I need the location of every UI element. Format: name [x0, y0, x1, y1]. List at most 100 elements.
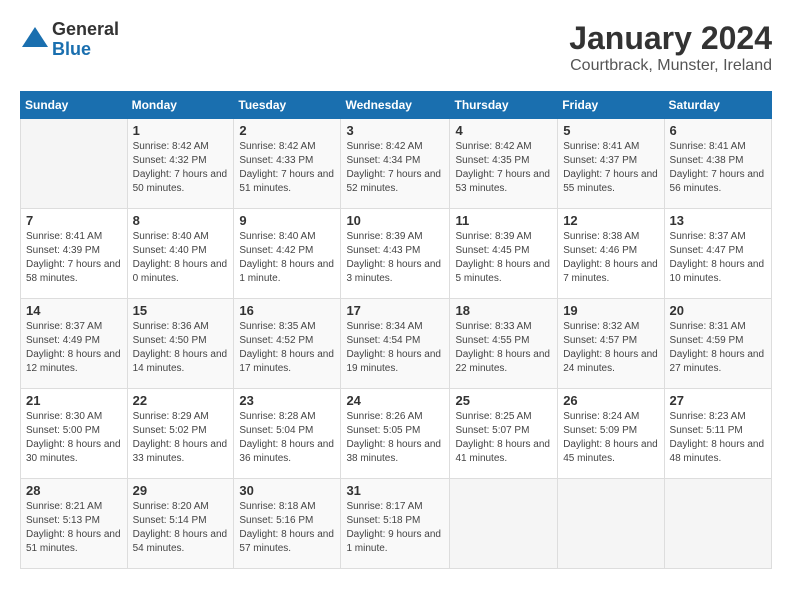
- calendar-cell: [558, 479, 664, 569]
- day-info: Sunrise: 8:25 AMSunset: 5:07 PMDaylight:…: [455, 410, 552, 466]
- day-info: Sunrise: 8:38 AMSunset: 4:46 PMDaylight:…: [563, 230, 658, 286]
- day-info: Sunrise: 8:42 AMSunset: 4:35 PMDaylight:…: [455, 140, 552, 196]
- calendar-cell: [450, 479, 558, 569]
- calendar-cell: 6Sunrise: 8:41 AMSunset: 4:38 PMDaylight…: [664, 119, 771, 209]
- calendar-body: 1 Sunrise: 8:42 AMSunset: 4:32 PMDaylight…: [21, 119, 772, 569]
- day-info: Sunrise: 8:31 AMSunset: 4:59 PMDaylight:…: [670, 320, 766, 376]
- logo-general: General: [52, 20, 119, 40]
- calendar-cell: 15Sunrise: 8:36 AMSunset: 4:50 PMDayligh…: [127, 299, 234, 389]
- day-info: Sunrise: 8:40 AMSunset: 4:40 PMDaylight:…: [133, 230, 229, 286]
- day-number: 22: [133, 393, 229, 408]
- day-info: Sunrise: 8:42 AMSunset: 4:32 PMDaylight:…: [133, 140, 229, 196]
- title-block: January 2024 Courtbrack, Munster, Irelan…: [569, 20, 772, 75]
- calendar-cell: 7Sunrise: 8:41 AMSunset: 4:39 PMDaylight…: [21, 209, 128, 299]
- day-number: 17: [346, 303, 444, 318]
- day-number: 21: [26, 393, 122, 408]
- day-number: 12: [563, 213, 658, 228]
- day-info: Sunrise: 8:41 AMSunset: 4:37 PMDaylight:…: [563, 140, 658, 196]
- calendar-cell: 5 Sunrise: 8:41 AMSunset: 4:37 PMDaylight…: [558, 119, 664, 209]
- day-number: 10: [346, 213, 444, 228]
- header-row: SundayMondayTuesdayWednesdayThursdayFrid…: [21, 92, 772, 119]
- calendar-cell: 13 Sunrise: 8:37 AMSunset: 4:47 PMDayligh…: [664, 209, 771, 299]
- day-number: 8: [133, 213, 229, 228]
- calendar-cell: 30Sunrise: 8:18 AMSunset: 5:16 PMDayligh…: [234, 479, 341, 569]
- calendar-cell: 27 Sunrise: 8:23 AMSunset: 5:11 PMDayligh…: [664, 389, 771, 479]
- day-number: 4: [455, 123, 552, 138]
- month-title: January 2024: [569, 20, 772, 57]
- day-number: 3: [346, 123, 444, 138]
- calendar-cell: 31Sunrise: 8:17 AMSunset: 5:18 PMDayligh…: [341, 479, 450, 569]
- day-number: 24: [346, 393, 444, 408]
- day-info: Sunrise: 8:39 AMSunset: 4:43 PMDaylight:…: [346, 230, 444, 286]
- calendar-cell: 11 Sunrise: 8:39 AMSunset: 4:45 PMDayligh…: [450, 209, 558, 299]
- day-number: 19: [563, 303, 658, 318]
- calendar-cell: 24 Sunrise: 8:26 AMSunset: 5:05 PMDayligh…: [341, 389, 450, 479]
- day-number: 26: [563, 393, 658, 408]
- day-info: Sunrise: 8:26 AMSunset: 5:05 PMDaylight:…: [346, 410, 444, 466]
- day-number: 16: [239, 303, 335, 318]
- day-info: Sunrise: 8:35 AMSunset: 4:52 PMDaylight:…: [239, 320, 335, 376]
- logo-blue: Blue: [52, 40, 119, 60]
- week-row-3: 14Sunrise: 8:37 AMSunset: 4:49 PMDayligh…: [21, 299, 772, 389]
- day-info: Sunrise: 8:42 AMSunset: 4:34 PMDaylight:…: [346, 140, 444, 196]
- calendar-cell: [21, 119, 128, 209]
- location: Courtbrack, Munster, Ireland: [569, 57, 772, 75]
- day-info: Sunrise: 8:42 AMSunset: 4:33 PMDaylight:…: [239, 140, 335, 196]
- day-number: 15: [133, 303, 229, 318]
- day-info: Sunrise: 8:37 AMSunset: 4:47 PMDaylight:…: [670, 230, 766, 286]
- day-info: Sunrise: 8:39 AMSunset: 4:45 PMDaylight:…: [455, 230, 552, 286]
- header-sunday: Sunday: [21, 92, 128, 119]
- day-number: 20: [670, 303, 766, 318]
- logo-icon: [20, 25, 50, 55]
- calendar-cell: 23 Sunrise: 8:28 AMSunset: 5:04 PMDayligh…: [234, 389, 341, 479]
- calendar-cell: 28 Sunrise: 8:21 AMSunset: 5:13 PMDayligh…: [21, 479, 128, 569]
- day-info: Sunrise: 8:40 AMSunset: 4:42 PMDaylight:…: [239, 230, 335, 286]
- header-friday: Friday: [558, 92, 664, 119]
- day-number: 1: [133, 123, 229, 138]
- calendar-cell: [664, 479, 771, 569]
- day-info: Sunrise: 8:21 AMSunset: 5:13 PMDaylight:…: [26, 500, 122, 556]
- calendar-cell: 8 Sunrise: 8:40 AMSunset: 4:40 PMDaylight…: [127, 209, 234, 299]
- header-tuesday: Tuesday: [234, 92, 341, 119]
- calendar: SundayMondayTuesdayWednesdayThursdayFrid…: [20, 91, 772, 569]
- day-info: Sunrise: 8:34 AMSunset: 4:54 PMDaylight:…: [346, 320, 444, 376]
- day-number: 28: [26, 483, 122, 498]
- day-info: Sunrise: 8:37 AMSunset: 4:49 PMDaylight:…: [26, 320, 122, 376]
- calendar-cell: 10 Sunrise: 8:39 AMSunset: 4:43 PMDayligh…: [341, 209, 450, 299]
- calendar-cell: 19 Sunrise: 8:32 AMSunset: 4:57 PMDayligh…: [558, 299, 664, 389]
- calendar-cell: 18Sunrise: 8:33 AMSunset: 4:55 PMDayligh…: [450, 299, 558, 389]
- calendar-cell: 29Sunrise: 8:20 AMSunset: 5:14 PMDayligh…: [127, 479, 234, 569]
- day-info: Sunrise: 8:17 AMSunset: 5:18 PMDaylight:…: [346, 500, 444, 556]
- calendar-cell: 21 Sunrise: 8:30 AMSunset: 5:00 PMDayligh…: [21, 389, 128, 479]
- day-info: Sunrise: 8:41 AMSunset: 4:38 PMDaylight:…: [670, 140, 766, 196]
- day-info: Sunrise: 8:32 AMSunset: 4:57 PMDaylight:…: [563, 320, 658, 376]
- day-info: Sunrise: 8:29 AMSunset: 5:02 PMDaylight:…: [133, 410, 229, 466]
- day-info: Sunrise: 8:28 AMSunset: 5:04 PMDaylight:…: [239, 410, 335, 466]
- day-number: 5: [563, 123, 658, 138]
- day-info: Sunrise: 8:23 AMSunset: 5:11 PMDaylight:…: [670, 410, 766, 466]
- calendar-cell: 9 Sunrise: 8:40 AMSunset: 4:42 PMDaylight…: [234, 209, 341, 299]
- logo: General Blue: [20, 20, 119, 60]
- header-thursday: Thursday: [450, 92, 558, 119]
- calendar-cell: 3 Sunrise: 8:42 AMSunset: 4:34 PMDaylight…: [341, 119, 450, 209]
- day-number: 9: [239, 213, 335, 228]
- day-info: Sunrise: 8:30 AMSunset: 5:00 PMDaylight:…: [26, 410, 122, 466]
- calendar-cell: 1 Sunrise: 8:42 AMSunset: 4:32 PMDaylight…: [127, 119, 234, 209]
- week-row-5: 28 Sunrise: 8:21 AMSunset: 5:13 PMDayligh…: [21, 479, 772, 569]
- day-info: Sunrise: 8:20 AMSunset: 5:14 PMDaylight:…: [133, 500, 229, 556]
- week-row-1: 1 Sunrise: 8:42 AMSunset: 4:32 PMDaylight…: [21, 119, 772, 209]
- logo-text: General Blue: [52, 20, 119, 60]
- calendar-cell: 4 Sunrise: 8:42 AMSunset: 4:35 PMDaylight…: [450, 119, 558, 209]
- calendar-cell: 22 Sunrise: 8:29 AMSunset: 5:02 PMDayligh…: [127, 389, 234, 479]
- day-info: Sunrise: 8:18 AMSunset: 5:16 PMDaylight:…: [239, 500, 335, 556]
- header-saturday: Saturday: [664, 92, 771, 119]
- header-monday: Monday: [127, 92, 234, 119]
- week-row-2: 7Sunrise: 8:41 AMSunset: 4:39 PMDaylight…: [21, 209, 772, 299]
- day-number: 18: [455, 303, 552, 318]
- calendar-cell: 20 Sunrise: 8:31 AMSunset: 4:59 PMDayligh…: [664, 299, 771, 389]
- day-number: 11: [455, 213, 552, 228]
- day-number: 27: [670, 393, 766, 408]
- day-number: 13: [670, 213, 766, 228]
- day-number: 23: [239, 393, 335, 408]
- header-wednesday: Wednesday: [341, 92, 450, 119]
